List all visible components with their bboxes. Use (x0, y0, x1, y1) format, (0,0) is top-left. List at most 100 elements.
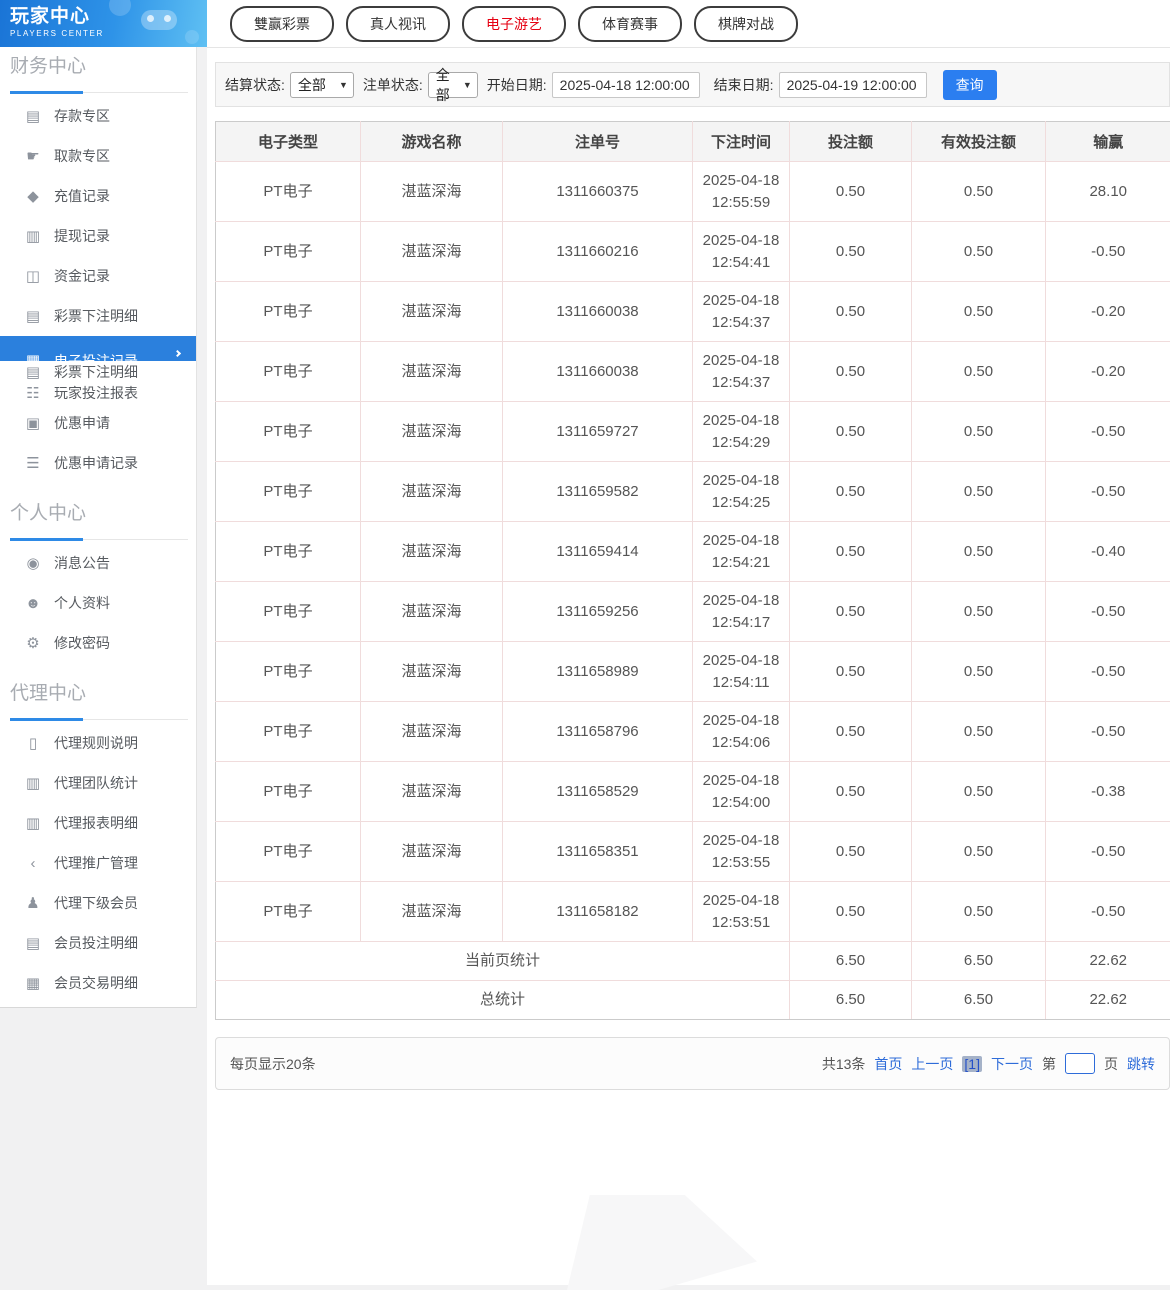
table-cell: 0.50 (912, 462, 1046, 522)
table-cell: 1311659727 (503, 402, 693, 462)
table-cell: 1311659256 (503, 582, 693, 642)
tab-真人视讯[interactable]: 真人视讯 (346, 6, 450, 42)
sidebar-item-announcement-bell[interactable]: ◉消息公告 (0, 543, 196, 583)
end-date-input[interactable] (779, 72, 927, 98)
summary-value: 6.50 (912, 942, 1046, 981)
table-cell: 1311658529 (503, 762, 693, 822)
withdrawal-record-icon: ▥ (24, 227, 42, 245)
table-cell: 0.50 (912, 582, 1046, 642)
sidebar-item-lottery-bets[interactable]: ▤彩票下注明细 (0, 361, 196, 382)
chevron-down-icon: ▼ (339, 80, 348, 90)
column-header: 注单号 (503, 122, 693, 162)
table-cell: 0.50 (912, 522, 1046, 582)
sidebar-item-withdraw-hand[interactable]: ☛ 取款专区 (0, 136, 196, 176)
sidebar-item-label: 优惠申请记录 (54, 453, 138, 473)
tab-体育赛事[interactable]: 体育赛事 (578, 6, 682, 42)
summary-label: 总统计 (216, 981, 790, 1020)
table-cell: 0.50 (912, 882, 1046, 942)
start-date-input[interactable] (552, 72, 700, 98)
sidebar-item-withdrawal-record[interactable]: ▥ 提现记录 (0, 216, 196, 256)
sidebar-item-agent-report[interactable]: ▥代理报表明细 (0, 803, 196, 843)
lottery-bets-icon: ▤ (24, 307, 42, 325)
table-cell: 0.50 (790, 162, 912, 222)
jump-suffix-label: 页 (1104, 1054, 1118, 1074)
sidebar-item-label: 代理报表明细 (54, 813, 138, 833)
sidebar-item-promo-record[interactable]: ☰优惠申请记录 (0, 443, 196, 483)
table-cell: 0.50 (912, 282, 1046, 342)
settle-status-select[interactable]: 全部 ▼ (290, 72, 354, 98)
sidebar-item-label: 提现记录 (54, 226, 110, 246)
table-cell: PT电子 (216, 882, 361, 942)
main-content: 雙赢彩票真人视讯电子游艺体育赛事棋牌对战 结算状态: 全部 ▼ 注单状态: 全部… (207, 0, 1170, 1285)
member-bets-icon: ▤ (24, 934, 42, 952)
sidebar-item-promo-apply[interactable]: ▣优惠申请 (0, 403, 196, 443)
table-cell: PT电子 (216, 282, 361, 342)
next-page-link[interactable]: 下一页 (991, 1054, 1033, 1074)
bet-time-cell: 2025-04-1812:54:37 (693, 342, 790, 402)
prev-page-link[interactable]: 上一页 (911, 1054, 953, 1074)
sidebar-item-user-profile[interactable]: ☻个人资料 (0, 583, 196, 623)
table-cell: 湛蓝深海 (361, 462, 503, 522)
table-cell: 0.50 (790, 282, 912, 342)
table-cell: 0.50 (912, 642, 1046, 702)
column-header: 有效投注额 (912, 122, 1046, 162)
jump-prefix-label: 第 (1042, 1054, 1056, 1074)
table-row: PT电子湛蓝深海13116594142025-04-1812:54:210.50… (216, 522, 1170, 582)
page-summary-row: 当前页统计6.506.5022.62 (216, 942, 1170, 981)
sidebar-item-lottery-bets[interactable]: ▤彩票下注明细 (0, 296, 196, 336)
gear-icon: ⚙ (24, 634, 42, 652)
settle-status-value: 全部 (298, 75, 326, 95)
withdraw-hand-icon: ☛ (24, 147, 42, 165)
table-cell: PT电子 (216, 822, 361, 882)
sidebar-item-label: 代理推广管理 (54, 853, 138, 873)
table-cell: 1311658989 (503, 642, 693, 702)
bet-time-cell: 2025-04-1812:53:55 (693, 822, 790, 882)
sidebar-item-agent-rules-doc[interactable]: ▯代理规则说明 (0, 723, 196, 763)
table-cell: 0.50 (790, 522, 912, 582)
table-cell: 湛蓝深海 (361, 882, 503, 942)
table-cell: 湛蓝深海 (361, 342, 503, 402)
table-cell: -0.50 (1046, 822, 1170, 882)
sidebar-item-recharge-moneybag[interactable]: ◆充值记录 (0, 176, 196, 216)
member-transactions-icon: ▦ (24, 974, 42, 992)
sidebar-item-gear[interactable]: ⚙修改密码 (0, 623, 196, 663)
sidebar-item-label: 取款专区 (54, 146, 110, 166)
order-status-label: 注单状态: (363, 75, 423, 95)
tab-棋牌对战[interactable]: 棋牌对战 (694, 6, 798, 42)
search-button[interactable]: 查询 (943, 70, 997, 100)
table-cell: -0.38 (1046, 762, 1170, 822)
sidebar-item-label: 优惠申请 (54, 413, 110, 433)
sidebar-item-member-transactions[interactable]: ▦ 会员交易明细 (0, 963, 196, 1003)
sidebar-item-deposit-card[interactable]: ▤存款专区 (0, 96, 196, 136)
table-cell: 湛蓝深海 (361, 642, 503, 702)
sidebar-item-egames-record[interactable]: ▦电子投注记录 (0, 336, 196, 361)
section-underline (0, 718, 196, 721)
table-cell: -0.40 (1046, 522, 1170, 582)
first-page-link[interactable]: 首页 (874, 1054, 902, 1074)
order-status-select[interactable]: 全部 ▼ (428, 72, 478, 98)
sidebar-item-label: 会员交易明细 (54, 973, 138, 993)
bet-time-cell: 2025-04-1812:54:00 (693, 762, 790, 822)
table-cell: 0.50 (790, 462, 912, 522)
jump-action-link[interactable]: 跳转 (1127, 1054, 1155, 1074)
table-header-row: 电子类型游戏名称注单号下注时间投注额有效投注额输赢 (216, 122, 1170, 162)
table-cell: 0.50 (790, 402, 912, 462)
table-cell: 0.50 (912, 402, 1046, 462)
tab-电子游艺[interactable]: 电子游艺 (462, 6, 566, 42)
sidebar-item-member-bets[interactable]: ▤会员投注明细 (0, 923, 196, 963)
page-jump-input[interactable] (1065, 1053, 1095, 1074)
sidebar-item-player-report[interactable]: ☷玩家投注报表 (0, 382, 196, 403)
bet-time-cell: 2025-04-1812:54:11 (693, 642, 790, 702)
table-cell: 1311658796 (503, 702, 693, 762)
table-cell: -0.20 (1046, 342, 1170, 402)
tab-雙赢彩票[interactable]: 雙赢彩票 (230, 6, 334, 42)
sidebar-item-agent-share[interactable]: ‹ 代理推广管理 (0, 843, 196, 883)
column-header: 输赢 (1046, 122, 1170, 162)
sidebar-item-agent-members[interactable]: ♟代理下级会员 (0, 883, 196, 923)
sidebar-item-funds-record[interactable]: ◫资金记录 (0, 256, 196, 296)
app-subtitle: PLAYERS CENTER (10, 29, 207, 38)
bet-time-cell: 2025-04-1812:54:25 (693, 462, 790, 522)
column-header: 投注额 (790, 122, 912, 162)
sidebar-item-agent-team-stats[interactable]: ▥代理团队统计 (0, 763, 196, 803)
agent-share-icon: ‹ (24, 855, 42, 872)
